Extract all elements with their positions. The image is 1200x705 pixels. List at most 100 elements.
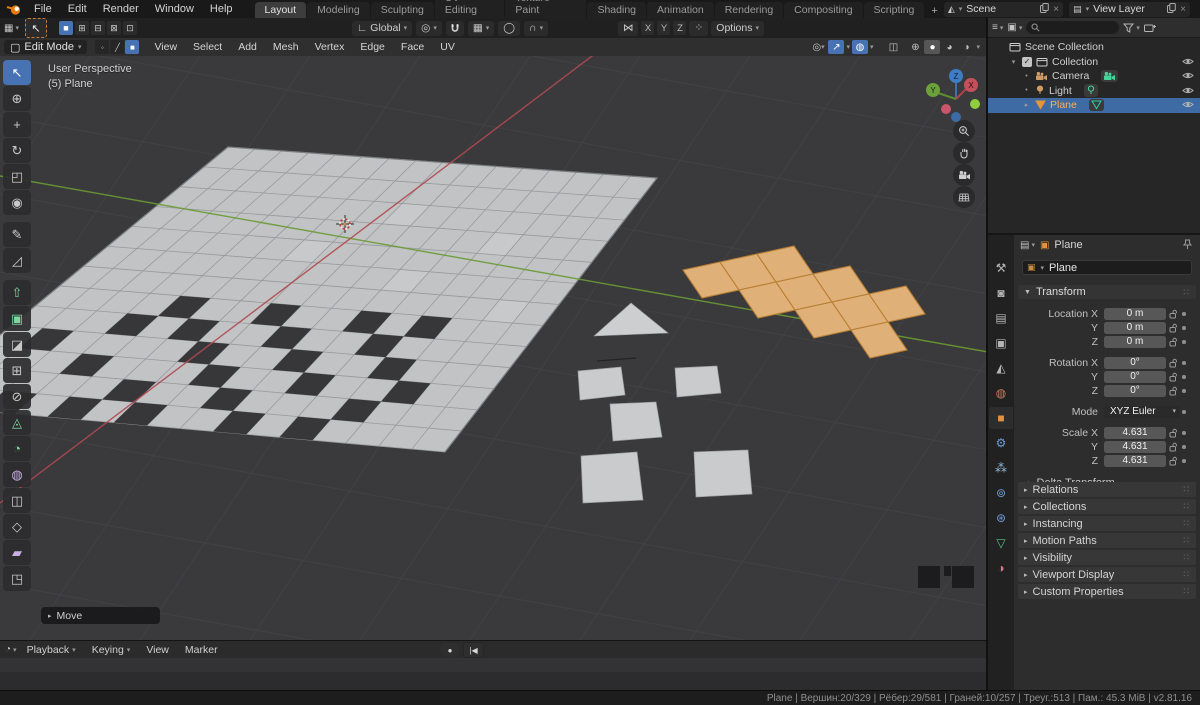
section-visibility[interactable]: ▸ Visibility ∷	[1018, 550, 1196, 565]
properties-tab-output[interactable]: ▤	[989, 307, 1013, 329]
browse-scene-icon[interactable]: ◭	[948, 4, 955, 15]
menu-mesh[interactable]: Mesh	[266, 41, 306, 53]
rendered-shading-button[interactable]: ◑	[958, 40, 974, 54]
add-workspace-button[interactable]: +	[925, 4, 943, 18]
tool-shear[interactable]: ▰	[3, 540, 31, 565]
tool-shrink-fatten[interactable]: ◇	[3, 514, 31, 539]
value-field[interactable]: 0°	[1104, 356, 1166, 370]
properties-tab-material[interactable]: ◑	[989, 557, 1013, 579]
section-instancing[interactable]: ▸ Instancing ∷	[1018, 516, 1196, 531]
tool-measure[interactable]: ◿	[3, 248, 31, 273]
select-mode-1[interactable]: ⊞	[74, 21, 89, 35]
animate-dot[interactable]	[1180, 340, 1188, 344]
animate-dot[interactable]	[1180, 389, 1188, 393]
timeline-menu-keying[interactable]: Keying ▾	[86, 644, 137, 656]
nav-pan-button[interactable]	[953, 142, 975, 164]
tool-inset-faces[interactable]: ▣	[3, 306, 31, 331]
menu-window[interactable]: Window	[147, 3, 202, 15]
tool-transform[interactable]: ◉	[3, 190, 31, 215]
tool-spin[interactable]: ◔	[3, 436, 31, 461]
transform-gizmo-toggle[interactable]: ↗	[828, 40, 845, 54]
pivot-point-dropdown[interactable]: ◎ ▾	[416, 20, 442, 36]
menu-file[interactable]: File	[26, 3, 60, 15]
workspace-tab-texture-paint[interactable]: Texture Paint	[505, 0, 587, 18]
new-collection-button[interactable]	[1143, 23, 1156, 33]
section-collections[interactable]: ▸ Collections ∷	[1018, 499, 1196, 514]
collection-checkbox[interactable]: ✓	[1022, 56, 1032, 67]
transform-orientation-dropdown[interactable]: ∟ Global ▾	[352, 20, 413, 36]
tool-select-box[interactable]: ↖	[3, 60, 31, 85]
3d-viewport[interactable]: User Perspective (5) Plane ↖ ⊕ + ↻ ◰ ◉ ✎ ◿ ⇧ ▣ ◪ ⊞ ⊘…	[0, 56, 986, 640]
lock-icon[interactable]	[1166, 372, 1180, 382]
lock-icon[interactable]	[1166, 358, 1180, 368]
animate-dot[interactable]	[1180, 375, 1188, 379]
menu-edit[interactable]: Edit	[60, 3, 95, 15]
hide-toggle-eye-icon[interactable]	[1182, 71, 1194, 83]
face-select-toggle[interactable]: ■	[125, 40, 140, 54]
menu-uv[interactable]: UV	[433, 41, 462, 53]
filter-dropdown[interactable]: ▾	[1123, 23, 1140, 33]
playback-auto-keying[interactable]: ●	[440, 643, 460, 657]
tool-rotate[interactable]: ↻	[3, 138, 31, 163]
properties-tab-render[interactable]: ◙	[989, 282, 1013, 304]
mirror-z-toggle[interactable]: Z	[673, 21, 687, 35]
tool-knife[interactable]: ⊘	[3, 384, 31, 409]
view-layer[interactable]: ▤ ▾ View Layer ×	[1069, 1, 1190, 17]
outliner-label[interactable]: Camera	[1052, 70, 1089, 82]
tool-move[interactable]: +	[3, 112, 31, 137]
object-name-field[interactable]: ▣ ▾ Plane	[1022, 260, 1192, 275]
toggle-xray-button[interactable]: ◫	[885, 40, 901, 54]
animate-dot[interactable]	[1180, 326, 1188, 330]
mode-dropdown[interactable]: ▢ Edit Mode ▾	[4, 40, 88, 54]
editor-type-selector[interactable]: ▦ ▾	[4, 23, 19, 34]
timeline-menu-playback[interactable]: Playback ▾	[21, 644, 82, 656]
mirror-x-toggle[interactable]: X	[641, 21, 655, 35]
menu-help[interactable]: Help	[202, 3, 241, 15]
drag-dots-icon[interactable]: ∷	[1183, 501, 1190, 512]
animate-dot[interactable]	[1180, 410, 1188, 414]
value-field[interactable]: 0 m	[1104, 307, 1166, 321]
hide-toggle-eye-icon[interactable]	[1182, 57, 1194, 69]
section-custom-properties[interactable]: ▸ Custom Properties ∷	[1018, 584, 1196, 599]
active-tool-button[interactable]: ↖	[24, 18, 47, 38]
timeline-editor-type[interactable]: ◔ ▾	[5, 644, 17, 655]
menu-vertex[interactable]: Vertex	[308, 41, 352, 53]
outliner-row-light[interactable]: • Light	[988, 84, 1200, 99]
tool-edge-slide[interactable]: ◫	[3, 488, 31, 513]
rotation-mode-dropdown[interactable]: XYZ Euler ▾	[1104, 405, 1180, 419]
timeline-ruler[interactable]	[0, 658, 986, 672]
operator-panel[interactable]: ▸ Move	[41, 607, 160, 624]
expand-icon[interactable]: ▸	[1022, 101, 1031, 109]
value-field[interactable]: 0°	[1104, 384, 1166, 398]
tool-rip-region[interactable]: ◳	[3, 566, 31, 591]
outliner-label[interactable]: Scene Collection	[1025, 41, 1104, 53]
solid-shading-button[interactable]: ●	[924, 40, 941, 54]
menu-edge[interactable]: Edge	[353, 41, 392, 53]
lock-icon[interactable]	[1166, 337, 1180, 347]
edge-select-toggle[interactable]: ╱	[110, 40, 125, 54]
workspace-tab-animation[interactable]: Animation	[647, 2, 714, 18]
drag-dots-icon[interactable]: ∷	[1183, 586, 1190, 597]
breadcrumb-object[interactable]: Plane	[1054, 239, 1082, 251]
lock-icon[interactable]	[1166, 428, 1180, 438]
outliner-label[interactable]: Light	[1049, 85, 1072, 97]
section-motion-paths[interactable]: ▸ Motion Paths ∷	[1018, 533, 1196, 548]
menu-face[interactable]: Face	[394, 41, 431, 53]
outliner-row-plane[interactable]: ▸ Plane	[988, 98, 1200, 113]
workspace-tab-shading[interactable]: Shading	[587, 2, 647, 18]
expand-icon[interactable]: ▾	[1009, 58, 1018, 66]
properties-tab-tool[interactable]: ⚒	[989, 257, 1013, 279]
lock-icon[interactable]	[1166, 386, 1180, 396]
drag-dots-icon[interactable]: ∷	[1183, 552, 1190, 563]
properties-tab-object[interactable]: ■	[989, 407, 1013, 429]
wireframe-shading-button[interactable]: ⊕	[907, 40, 923, 54]
outliner-row-scene-collection[interactable]: Scene Collection	[988, 40, 1200, 55]
menu-view[interactable]: View	[147, 41, 184, 53]
section-viewport-display[interactable]: ▸ Viewport Display ∷	[1018, 567, 1196, 582]
value-field[interactable]: 0 m	[1104, 335, 1166, 349]
animate-dot[interactable]	[1180, 361, 1188, 365]
drag-dots-icon[interactable]: ∷	[1183, 518, 1190, 529]
timeline-tracks[interactable]	[0, 672, 986, 691]
value-field[interactable]: 4.631	[1104, 440, 1166, 454]
tool-scale[interactable]: ◰	[3, 164, 31, 189]
